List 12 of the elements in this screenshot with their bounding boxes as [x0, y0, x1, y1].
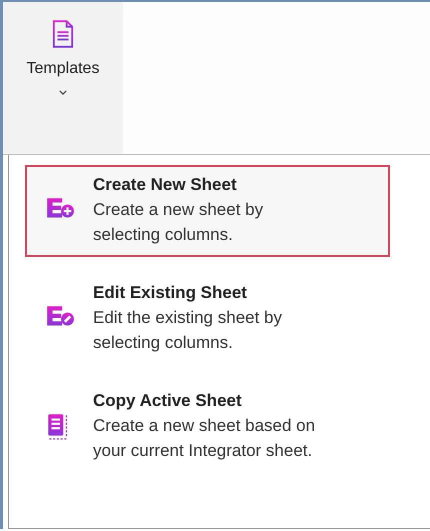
menu-item[interactable]: Edit Existing Sheet Edit the existing sheet by selecting columns. [25, 273, 390, 365]
item-title: Copy Active Sheet [93, 390, 243, 412]
templates-button[interactable]: Templates [3, 2, 123, 154]
menu-item[interactable]: Create New Sheet Create a new sheet by selecting columns. [25, 165, 390, 257]
caret-icon [59, 90, 67, 95]
item-description: Edit the existing sheet by selecting columns. [93, 307, 284, 354]
item-description: Create a new sheet by selecting columns. [93, 199, 264, 246]
item-title: Edit Existing Sheet [93, 282, 248, 304]
item-description: Create a new sheet based on your current Integrator sheet. [93, 415, 316, 462]
menu-item[interactable]: Copy Active Sheet Create a new sheet based on your current Integrator sheet. [25, 381, 390, 473]
item-title: Create New Sheet [93, 174, 238, 196]
document-icon [52, 20, 74, 48]
